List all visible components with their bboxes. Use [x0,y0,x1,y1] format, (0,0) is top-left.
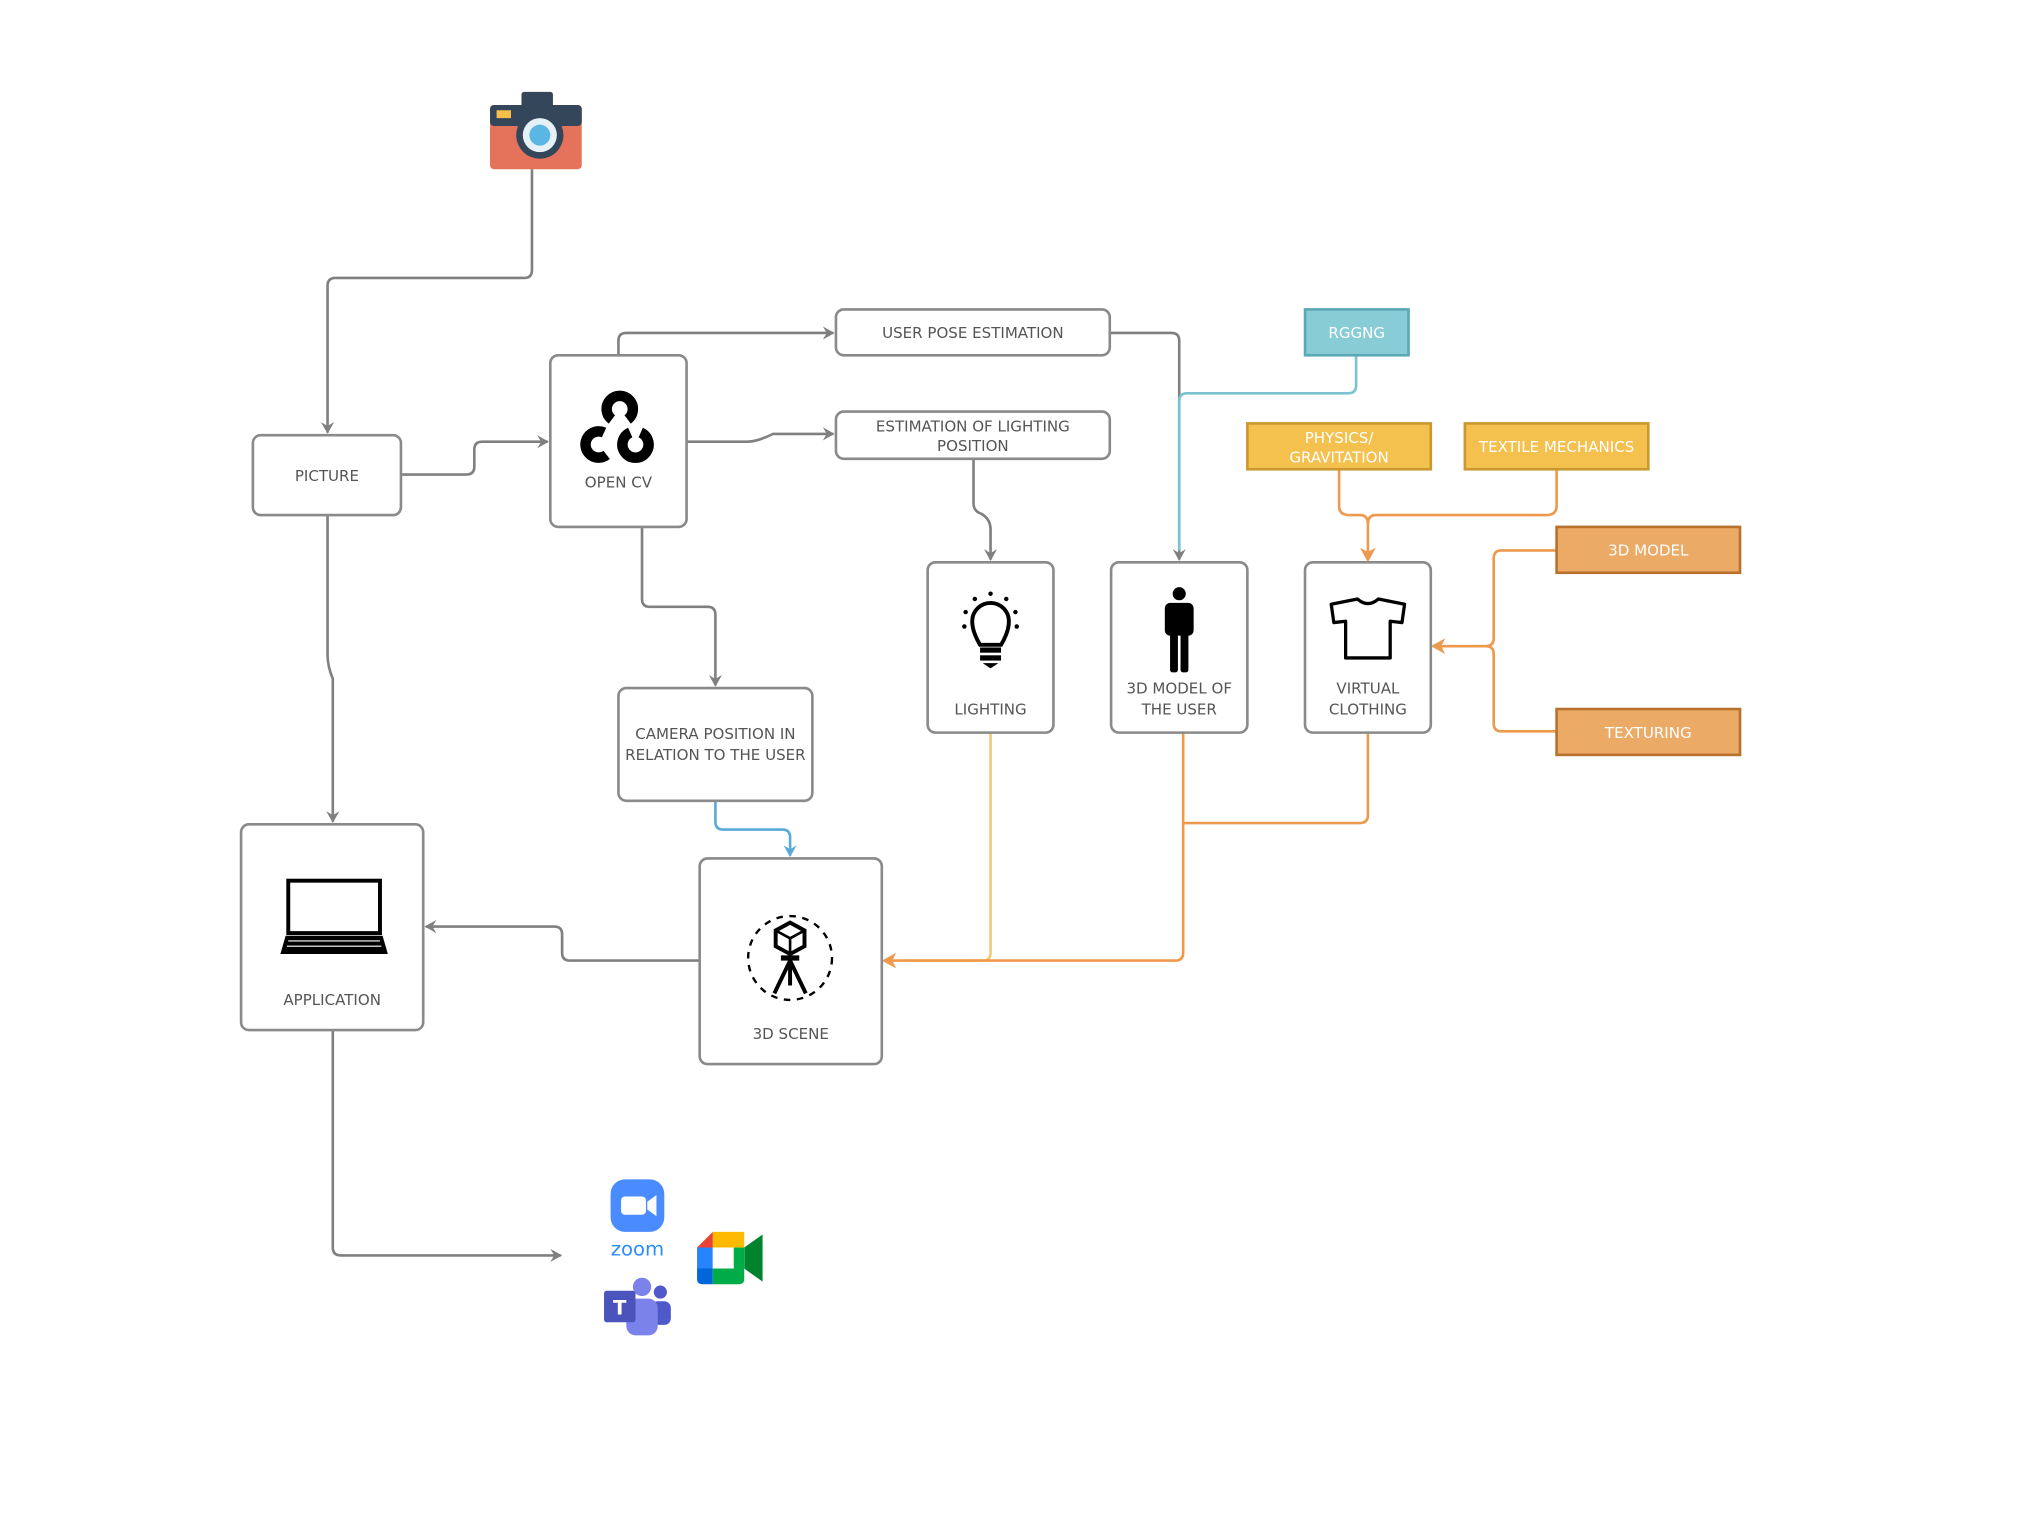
connector-opencv-camerapos [640,526,722,687]
node-3d-model-of-user[interactable]: 3D MODEL OF THE USER [1109,560,1249,734]
node-physics-gravitation[interactable]: PHYSICS/ GRAVITATION [1246,422,1433,471]
textile-label: TEXTILE MECHANICS [1478,438,1634,456]
laptop-icon [280,878,388,955]
connector-camerapos-scene [714,800,797,858]
camera-pos-label-1: CAMERA POSITION IN [635,725,795,743]
connector-userpose-usermodel [1109,331,1186,561]
connector-scene-application [424,919,700,962]
texturing-label: TEXTURING [1604,724,1692,742]
open-cv-label: OPEN CV [585,474,653,492]
user-model-label-1: 3D MODEL OF [1126,679,1232,697]
ms-teams-icon: T [604,1277,671,1336]
application-label: APPLICATION [283,991,381,1009]
connector-picture-application [326,515,340,824]
node-rggng[interactable]: RGGNG [1303,308,1410,357]
lighting-label: LIGHTING [954,700,1026,718]
connector-lighting-scene [904,732,992,962]
clothing-label-2: CLOTHING [1329,700,1407,718]
connector-application-conferencing [331,1030,563,1262]
node-virtual-clothing[interactable]: VIRTUAL CLOTHING [1303,560,1433,734]
lighting-est-label-2: POSITION [937,437,1009,455]
rggng-label: RGGNG [1328,324,1385,342]
zoom-icon: zoom [610,1179,665,1260]
connector-camera-picture [321,169,534,434]
node-lighting[interactable]: LIGHTING [926,560,1055,734]
node-texturing[interactable]: TEXTURING [1555,707,1742,757]
svg-text:T: T [613,1296,627,1319]
flow-diagram: PICTURE OPEN CV USER POSE ESTIMATION EST… [239,91,1742,1336]
connector-clothing-scene [1183,732,1370,825]
connector-usermodel-scene [881,732,1185,969]
node-camera-position[interactable]: CAMERA POSITION IN RELATION TO THE USER [617,686,814,803]
zoom-logo-text: zoom [611,1237,664,1260]
camera-pos-label-2: RELATION TO THE USER [625,746,806,764]
connector-opencv-lighting-est [686,427,835,444]
picture-label: PICTURE [295,467,359,485]
node-lighting-estimation[interactable]: ESTIMATION OF LIGHTING POSITION [834,410,1112,461]
physics-label-2: GRAVITATION [1289,449,1388,467]
camera-icon [490,91,582,170]
node-open-cv[interactable]: OPEN CV [548,353,688,529]
connector-3dmodel-clothing [1485,549,1557,648]
connector-physics-clothing [1337,469,1370,525]
clothing-label-1: VIRTUAL [1336,679,1400,697]
connector-picture-opencv [400,435,549,476]
physics-label-1: PHYSICS/ [1305,429,1375,447]
connector-lighting-est-lighting [972,458,998,561]
3d-scene-label: 3D SCENE [753,1025,829,1043]
lighting-est-label-1: ESTIMATION OF LIGHTING [876,417,1070,435]
connector-texturing-clothing [1430,638,1557,733]
3d-model-label: 3D MODEL [1608,542,1689,560]
node-3d-scene[interactable]: 3D SCENE [698,857,884,1066]
node-application[interactable]: APPLICATION [239,823,425,1032]
node-picture[interactable]: PICTURE [251,433,403,517]
connector-textile-clothing [1360,469,1558,563]
node-textile-mechanics[interactable]: TEXTILE MECHANICS [1463,422,1650,471]
user-pose-label: USER POSE ESTIMATION [882,324,1064,342]
diagram-canvas: PICTURE OPEN CV USER POSE ESTIMATION EST… [0,0,2044,1536]
user-model-label-2: THE USER [1141,700,1218,718]
google-meet-icon [697,1231,763,1285]
node-user-pose-estimation[interactable]: USER POSE ESTIMATION [834,308,1112,357]
node-3d-model[interactable]: 3D MODEL [1555,525,1742,575]
connector-opencv-userpose [617,326,835,356]
